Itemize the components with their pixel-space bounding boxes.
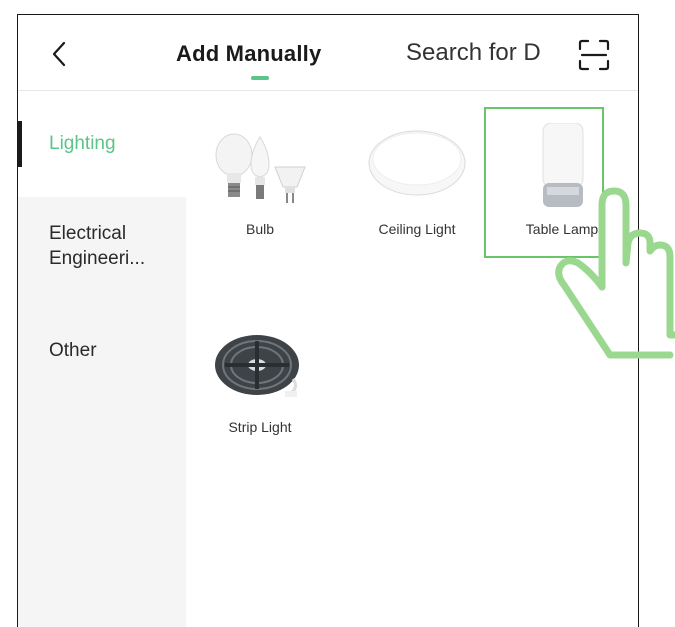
table-lamp-icon — [542, 123, 584, 207]
device-label: Strip Light — [228, 419, 292, 435]
category-sidebar: Lighting Electrical Engineeri... Other — [18, 91, 186, 627]
device-strip-light[interactable]: Strip Light — [201, 321, 319, 435]
tab-add-manually[interactable]: Add Manually — [176, 41, 321, 67]
active-category-marker — [18, 121, 22, 167]
sidebar-item-label: Electrical Engineeri... — [49, 223, 146, 269]
device-bulb[interactable]: Bulb — [201, 123, 319, 237]
active-tab-indicator — [251, 76, 269, 80]
device-label: Bulb — [245, 221, 275, 237]
header: Add Manually Search for D — [18, 15, 638, 91]
device-ceiling-light[interactable]: Ceiling Light — [358, 123, 476, 237]
bulb-icon — [215, 133, 306, 203]
sidebar-item-other[interactable]: Other — [18, 338, 186, 363]
sidebar-item-electrical-engineering[interactable]: Electrical Engineeri... — [18, 221, 168, 271]
sidebar-item-lighting[interactable]: Lighting — [18, 91, 186, 197]
device-label: Table Lamp — [525, 221, 599, 237]
scan-icon[interactable] — [576, 37, 612, 73]
sidebar-item-label: Other — [49, 340, 97, 361]
app-screen: Add Manually Search for D Lighting Elect… — [17, 14, 639, 627]
back-arrow-icon[interactable] — [46, 37, 74, 71]
sidebar-item-label: Lighting — [49, 133, 116, 154]
ceiling-light-icon — [368, 130, 466, 196]
device-table-lamp[interactable]: Table Lamp — [503, 123, 621, 237]
device-label: Ceiling Light — [378, 221, 456, 237]
strip-light-icon — [215, 335, 299, 397]
tab-search-for-device[interactable]: Search for D — [406, 39, 560, 67]
